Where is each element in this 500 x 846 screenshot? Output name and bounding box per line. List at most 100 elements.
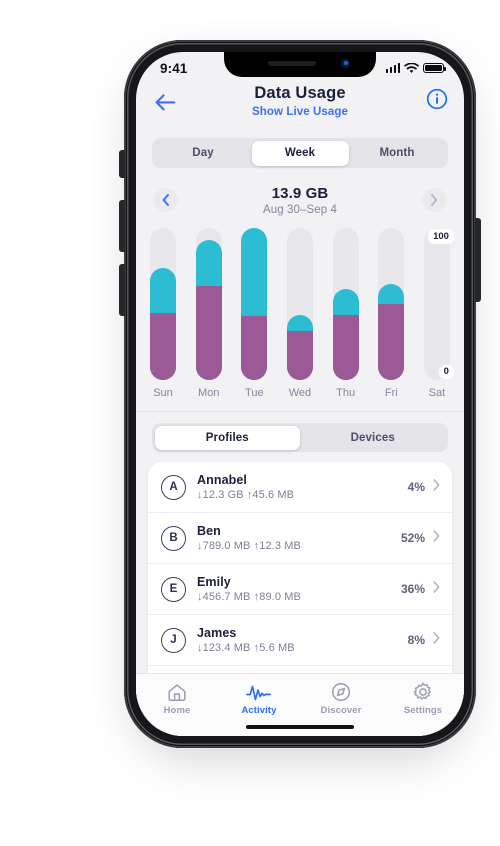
day-label: Thu bbox=[336, 387, 356, 399]
back-arrow-icon[interactable] bbox=[152, 89, 178, 115]
front-camera-icon bbox=[341, 59, 350, 68]
avatar: E bbox=[161, 576, 186, 602]
chevron-left-icon bbox=[162, 194, 169, 206]
mute-switch[interactable] bbox=[119, 150, 125, 178]
profile-name: Ben bbox=[197, 524, 221, 538]
list-tab-profiles[interactable]: Profiles bbox=[154, 425, 300, 450]
volume-up-button[interactable] bbox=[119, 200, 125, 252]
tab-label: Home bbox=[163, 705, 191, 716]
profile-percent: 8% bbox=[407, 633, 425, 647]
bar-download-segment bbox=[332, 314, 359, 380]
tab-label: Discover bbox=[320, 705, 362, 716]
pulse-icon bbox=[246, 682, 272, 702]
status-indicators bbox=[385, 62, 446, 74]
bar-track bbox=[423, 228, 450, 380]
home-icon bbox=[167, 682, 187, 702]
bar-column[interactable] bbox=[195, 228, 222, 380]
range-segmented-control[interactable]: Day Week Month bbox=[152, 138, 448, 168]
row-text: Ben ↓789.0 MB ↑12.3 MB bbox=[197, 524, 401, 552]
bar-fill bbox=[195, 240, 222, 380]
phone-screen: 9:41 Data Usage Show Live Usage Day Week… bbox=[136, 52, 464, 736]
nav-title-group: Data Usage Show Live Usage bbox=[252, 84, 348, 118]
table-row[interactable]: E Emily ↓456.7 MB ↑89.0 MB 36% bbox=[148, 564, 452, 615]
bar-download-segment bbox=[150, 313, 176, 380]
range-tab-day[interactable]: Day bbox=[155, 141, 252, 166]
profile-percent: 36% bbox=[400, 582, 425, 596]
day-label: Fri bbox=[384, 387, 398, 399]
tab-label: Settings bbox=[403, 705, 443, 716]
table-row[interactable]: J James ↓123.4 MB ↑5.6 MB 8% bbox=[148, 615, 452, 666]
bar-download-segment bbox=[195, 285, 222, 380]
notch bbox=[224, 52, 376, 77]
previous-period-button[interactable] bbox=[154, 188, 178, 212]
tab-home[interactable]: Home bbox=[136, 682, 218, 716]
day-label: Sun bbox=[153, 387, 173, 399]
chart-category-labels: Sun Mon Tue Wed Thu Fri Sat bbox=[150, 387, 450, 399]
page-title: Data Usage bbox=[254, 84, 346, 102]
profile-name: Annabel bbox=[197, 473, 248, 487]
show-live-usage-link[interactable]: Show Live Usage bbox=[252, 106, 348, 118]
range-tab-month[interactable]: Month bbox=[349, 141, 446, 166]
day-label: Sat bbox=[428, 387, 446, 399]
period-navigator: 13.9 GB Aug 30–Sep 4 bbox=[136, 178, 464, 222]
avatar: B bbox=[161, 525, 186, 551]
list-tab-devices[interactable]: Devices bbox=[300, 426, 446, 450]
avatar: A bbox=[161, 474, 186, 500]
profile-name: James bbox=[197, 626, 237, 640]
table-row[interactable]: A Annabel ↓12.3 GB ↑45.6 MB 4% bbox=[148, 462, 452, 513]
profile-percent: 52% bbox=[400, 531, 425, 545]
bar-column[interactable]: 100 0 bbox=[423, 228, 453, 380]
chart-axis-max-label: 100 bbox=[429, 230, 453, 243]
chart-axis-min-label: 0 bbox=[439, 365, 453, 378]
range-tab-week[interactable]: Week bbox=[251, 140, 349, 166]
navigation-bar: Data Usage Show Live Usage bbox=[136, 82, 464, 136]
list-segmented-control[interactable]: Profiles Devices bbox=[152, 423, 448, 452]
bar-column[interactable] bbox=[332, 228, 359, 380]
period-total-usage: 13.9 GB bbox=[271, 184, 329, 202]
status-clock: 9:41 bbox=[160, 60, 188, 76]
period-date-range: Aug 30–Sep 4 bbox=[262, 203, 338, 216]
next-period-button[interactable] bbox=[422, 188, 446, 212]
power-button[interactable] bbox=[475, 218, 481, 302]
bar-fill bbox=[286, 314, 313, 380]
day-label: Tue bbox=[245, 387, 264, 399]
table-row[interactable]: B Ben ↓789.0 MB ↑12.3 MB 52% bbox=[148, 513, 452, 564]
profile-usage: ↓12.3 GB ↑45.6 MB bbox=[197, 489, 295, 501]
screenshot-canvas: 9:41 Data Usage Show Live Usage Day Week… bbox=[0, 0, 500, 846]
battery-full-icon bbox=[423, 62, 446, 74]
bar-column[interactable] bbox=[286, 228, 313, 380]
row-text: Annabel ↓12.3 GB ↑45.6 MB bbox=[197, 473, 408, 501]
tab-settings[interactable]: Settings bbox=[382, 682, 464, 716]
profile-usage: ↓789.0 MB ↑12.3 MB bbox=[197, 540, 301, 552]
chevron-right-icon bbox=[431, 194, 438, 206]
app-content: Data Usage Show Live Usage Day Week Mont… bbox=[136, 52, 464, 736]
home-indicator[interactable] bbox=[246, 724, 354, 729]
day-label: Mon bbox=[197, 387, 220, 399]
bar-fill bbox=[332, 288, 359, 380]
compass-icon bbox=[331, 682, 351, 702]
bar-column[interactable] bbox=[378, 228, 405, 380]
tab-discover[interactable]: Discover bbox=[300, 682, 382, 716]
bar-fill bbox=[378, 284, 405, 380]
info-circle-icon[interactable] bbox=[426, 88, 448, 110]
bar-download-segment bbox=[286, 331, 313, 380]
usage-chart: 100 0 Sun Mon Tue Wed Thu Fri Sat bbox=[136, 222, 464, 399]
chevron-right-icon bbox=[433, 631, 440, 649]
bar-fill bbox=[150, 267, 176, 380]
chevron-right-icon bbox=[433, 580, 440, 598]
profile-usage: ↓123.4 MB ↑5.6 MB bbox=[197, 642, 295, 654]
tab-label: Activity bbox=[241, 705, 277, 716]
profile-usage: ↓456.7 MB ↑89.0 MB bbox=[197, 591, 301, 603]
tab-activity[interactable]: Activity bbox=[218, 682, 300, 716]
row-text: Emily ↓456.7 MB ↑89.0 MB bbox=[197, 575, 401, 603]
period-summary: 13.9 GB Aug 30–Sep 4 bbox=[178, 185, 422, 216]
bar-column[interactable] bbox=[150, 228, 176, 380]
bar-download-segment bbox=[241, 316, 268, 380]
chevron-right-icon bbox=[433, 478, 440, 496]
chevron-right-icon bbox=[433, 529, 440, 547]
volume-down-button[interactable] bbox=[119, 264, 125, 316]
wifi-icon bbox=[404, 62, 419, 73]
bar-column[interactable] bbox=[241, 228, 268, 380]
row-text: James ↓123.4 MB ↑5.6 MB bbox=[197, 626, 408, 654]
bar-download-segment bbox=[378, 304, 405, 380]
